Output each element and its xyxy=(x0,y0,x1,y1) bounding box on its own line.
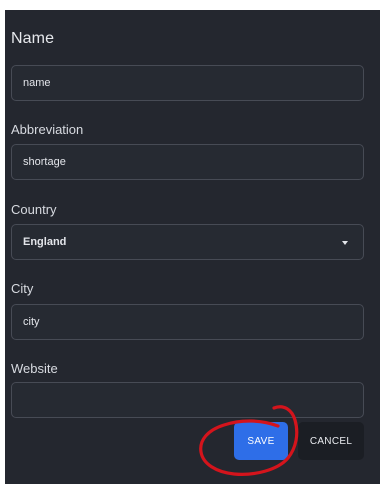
chevron-down-icon xyxy=(342,241,348,245)
abbreviation-input-value: shortage xyxy=(23,156,66,168)
website-input[interactable] xyxy=(11,382,364,418)
city-label: City xyxy=(11,281,34,296)
country-label: Country xyxy=(11,202,57,217)
city-input-value: city xyxy=(23,316,40,328)
name-input-value: name xyxy=(23,77,51,89)
country-select[interactable]: England xyxy=(11,224,364,260)
name-input[interactable]: name xyxy=(11,65,364,101)
abbreviation-input[interactable]: shortage xyxy=(11,144,364,180)
cancel-button[interactable]: CANCEL xyxy=(298,422,364,460)
abbreviation-label: Abbreviation xyxy=(11,122,84,137)
form-title: Name xyxy=(11,30,55,47)
website-label: Website xyxy=(11,361,58,376)
city-input[interactable]: city xyxy=(11,304,364,340)
country-select-value: England xyxy=(23,236,67,248)
save-button[interactable]: SAVE xyxy=(234,422,288,460)
